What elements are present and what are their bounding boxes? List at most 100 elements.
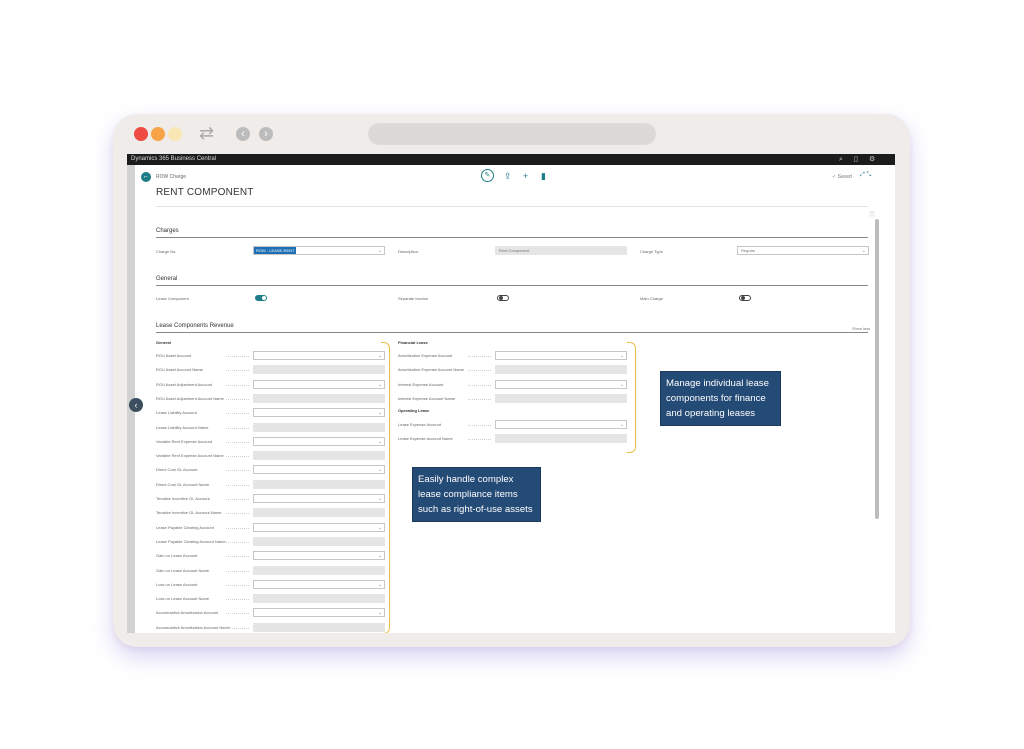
tenatice-incentive-gl-account-name-field[interactable]: [253, 508, 385, 518]
separate-invoice-toggle[interactable]: [497, 295, 509, 301]
direct-cost-gl-account-name-field[interactable]: [253, 479, 385, 489]
bell-icon[interactable]: ▯: [854, 154, 858, 165]
breadcrumb: ROW Charge: [156, 174, 187, 180]
section-lease-components-revenue[interactable]: Lease Components Revenue: [156, 323, 234, 329]
lease-liability-account-name-label: Lease Liability Account Name: [156, 424, 209, 430]
search-icon[interactable]: ⌕: [839, 154, 843, 165]
charge-no-value: ROW - LEASE-RENT: [254, 247, 297, 254]
collapse-arrow-icon[interactable]: ‹: [129, 398, 143, 412]
show-less-link[interactable]: Show less: [852, 326, 870, 331]
amortization-expense-account-label: Amortization Expense Account: [398, 353, 453, 358]
chevron-down-icon[interactable]: ⌄: [862, 247, 866, 255]
app-title: Dynamics 365 Business Central: [131, 156, 217, 162]
close-window-dot[interactable]: [134, 127, 148, 141]
edit-icon[interactable]: ✎: [481, 169, 494, 182]
description-field[interactable]: Rent Component: [495, 246, 627, 255]
gear-icon[interactable]: ⚙: [869, 154, 875, 165]
leader-line: [226, 541, 249, 543]
leader-line: [468, 384, 491, 386]
accumulative-amortization-account-name-field[interactable]: [253, 622, 385, 632]
financial-lease-subhead: Financial Lease: [398, 340, 428, 345]
chevron-down-icon[interactable]: ⌄: [620, 352, 624, 360]
rou-asset-adjustment-account-name-field[interactable]: [253, 393, 385, 403]
rou-asset-account-label: ROU Asset Account: [156, 353, 192, 358]
page-back-icon[interactable]: ←: [141, 172, 151, 182]
leader-line: [226, 398, 249, 400]
leader-line: [226, 513, 249, 515]
scrollbar[interactable]: [875, 219, 879, 519]
charge-no-field[interactable]: ROW - LEASE-RENT ⌄: [253, 246, 385, 255]
gain-on-lease-account-name-label: Gain on Lease Account Name: [156, 567, 210, 573]
lease-liability-account-select[interactable]: ⌄: [253, 408, 385, 418]
leader-line: [226, 484, 249, 486]
chevron-down-icon[interactable]: ⌄: [620, 381, 624, 389]
lease-expense-account-name-field[interactable]: [495, 434, 627, 444]
page-title: RENT COMPONENT: [156, 187, 254, 198]
variable-rent-expense-account-select[interactable]: ⌄: [253, 436, 385, 446]
address-bar[interactable]: [368, 123, 656, 145]
leader-line: [226, 384, 249, 386]
expand-icon[interactable]: ⤢ ⤡: [860, 172, 871, 179]
lease-payable-clearing-account-select[interactable]: ⌄: [253, 522, 385, 532]
lease-payable-clearing-account-name-field[interactable]: [253, 536, 385, 546]
annotation-bracket: [381, 342, 390, 633]
gain-on-lease-account-select[interactable]: ⌄: [253, 551, 385, 561]
annotation-bracket: [627, 342, 636, 453]
back-icon[interactable]: ‹: [236, 127, 250, 141]
lease-expense-account-label: Lease Expense Account: [398, 422, 441, 427]
description-value: Rent Component: [499, 248, 530, 253]
lease-expense-account-select[interactable]: ⌄: [495, 420, 627, 429]
gain-on-lease-account-name-field[interactable]: [253, 565, 385, 575]
rou-asset-adjustment-account-label: ROU Asset Adjustment Account: [156, 381, 213, 387]
lease-component-toggle[interactable]: [255, 295, 267, 301]
toggle-knob: [499, 296, 503, 300]
main-charge-toggle[interactable]: [739, 295, 751, 301]
leader-line: [226, 570, 249, 572]
section-general[interactable]: General: [156, 276, 177, 282]
app-screen: Dynamics 365 Business Central ⌕ ▯ ⚙ ‹ ← …: [127, 154, 895, 633]
section-charges[interactable]: Charges: [156, 228, 179, 234]
loss-on-lease-account-name-field[interactable]: [253, 594, 385, 604]
forward-icon[interactable]: ›: [259, 127, 273, 141]
delete-icon[interactable]: ▮: [541, 171, 546, 182]
rou-asset-account-select[interactable]: ⌄: [253, 351, 385, 360]
toggle-knob: [262, 296, 266, 300]
description-label: Description: [398, 249, 419, 254]
rou-asset-account-name-label: ROU Asset Account Name: [156, 367, 203, 373]
charge-type-label: Charge Type: [640, 249, 663, 254]
accumulative-amortization-account-select[interactable]: ⌄: [253, 608, 385, 618]
loss-on-lease-account-select[interactable]: ⌄: [253, 579, 385, 589]
chevron-down-icon[interactable]: ⌄: [620, 421, 624, 429]
lease-expense-account-name-label: Lease Expense Account Name: [398, 436, 453, 442]
charge-type-value: Regular: [741, 248, 756, 253]
leader-line: [226, 556, 249, 558]
info-icon[interactable]: ⓘ: [869, 210, 875, 219]
interest-expense-account-select[interactable]: ⌄: [495, 379, 627, 389]
direct-cost-gl-account-select[interactable]: ⌄: [253, 465, 385, 475]
rou-asset-adjustment-account-select[interactable]: ⌄: [253, 379, 385, 389]
minimize-window-dot[interactable]: [151, 127, 165, 141]
interest-expense-account-name-field[interactable]: [495, 393, 627, 403]
lease-liability-account-name-field[interactable]: [253, 422, 385, 432]
maximize-window-dot[interactable]: [168, 127, 182, 141]
amortization-expense-account-select[interactable]: ⌄: [495, 351, 627, 360]
chevron-down-icon[interactable]: ⌄: [378, 247, 382, 255]
share-icon[interactable]: ⇪: [504, 171, 512, 182]
variable-rent-expense-account-name-field[interactable]: [253, 451, 385, 461]
leader-line: [226, 584, 249, 586]
amortization-expense-account-name-field[interactable]: [495, 365, 627, 375]
charge-type-select[interactable]: Regular ⌄: [737, 246, 869, 255]
leader-line: [226, 499, 249, 500]
app-topbar: Dynamics 365 Business Central ⌕ ▯ ⚙: [127, 154, 895, 165]
section-line: [156, 332, 868, 333]
interest-expense-account-label: Interest Expense Account: [398, 381, 444, 387]
callout-manage-lease-components: Manage individual lease components for f…: [660, 371, 781, 426]
add-icon[interactable]: +: [523, 171, 528, 181]
sync-icon[interactable]: ⇄: [199, 123, 214, 143]
loss-on-lease-account-name-label: Loss on Lease Account Name: [156, 596, 210, 602]
rou-asset-account-name-field[interactable]: [253, 365, 385, 375]
tenatice-incentive-gl-account-name-label: Tenatice Incentive GL Account Name: [156, 510, 222, 516]
tenatice-incentive-gl-account-select[interactable]: ⌄: [253, 494, 385, 503]
loss-on-lease-account-label: Loss on Lease Account: [156, 581, 198, 587]
variable-rent-expense-account-name-label: Variable Rent Expense Account Name: [156, 453, 224, 459]
